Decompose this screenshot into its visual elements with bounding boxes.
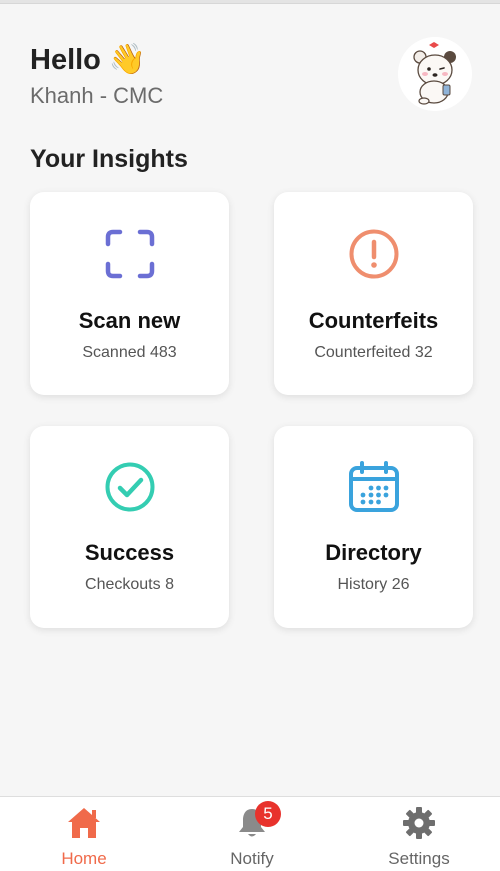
card-subtitle: Checkouts 8 [85,576,174,593]
card-title: Directory [325,540,422,565]
counterfeits-card[interactable]: Counterfeits Counterfeited 32 [274,192,473,395]
nav-label: Notify [230,849,274,868]
bell-wrapper: 5 [234,801,281,841]
bottom-nav: Home 5 Notify Settings [0,796,500,871]
nav-home[interactable]: Home [24,797,144,871]
home-icon [68,808,100,838]
scan-new-card[interactable]: Scan new Scanned 483 [30,192,229,395]
avatar[interactable] [398,37,472,111]
nav-notify[interactable]: 5 Notify [192,797,312,871]
scan-frame-icon [105,229,154,279]
card-subtitle: Counterfeited 32 [314,344,433,361]
directory-card[interactable]: Directory History 26 [274,426,473,628]
calendar-icon [348,461,399,512]
card-subtitle: Scanned 483 [82,344,177,361]
greeting-text: Hello [30,44,101,76]
header: Hello 👋 Khanh - CMC [30,37,472,114]
nav-settings[interactable]: Settings [359,797,479,871]
card-title: Success [84,540,175,565]
wave-hand-icon: 👋 [108,42,147,77]
nav-label: Home [61,849,107,868]
bear-avatar-icon [398,37,472,111]
top-border [0,0,500,4]
card-subtitle: History 26 [337,576,410,593]
notification-badge: 5 [255,801,281,827]
alert-circle-icon [349,229,398,279]
nav-label: Settings [388,849,450,868]
success-card[interactable]: Success Checkouts 8 [30,426,229,628]
gear-icon [403,807,435,839]
card-title: Counterfeits [308,308,439,333]
check-circle-icon [105,462,154,512]
card-title: Scan new [78,308,181,333]
section-title: Your Insights [30,145,188,173]
